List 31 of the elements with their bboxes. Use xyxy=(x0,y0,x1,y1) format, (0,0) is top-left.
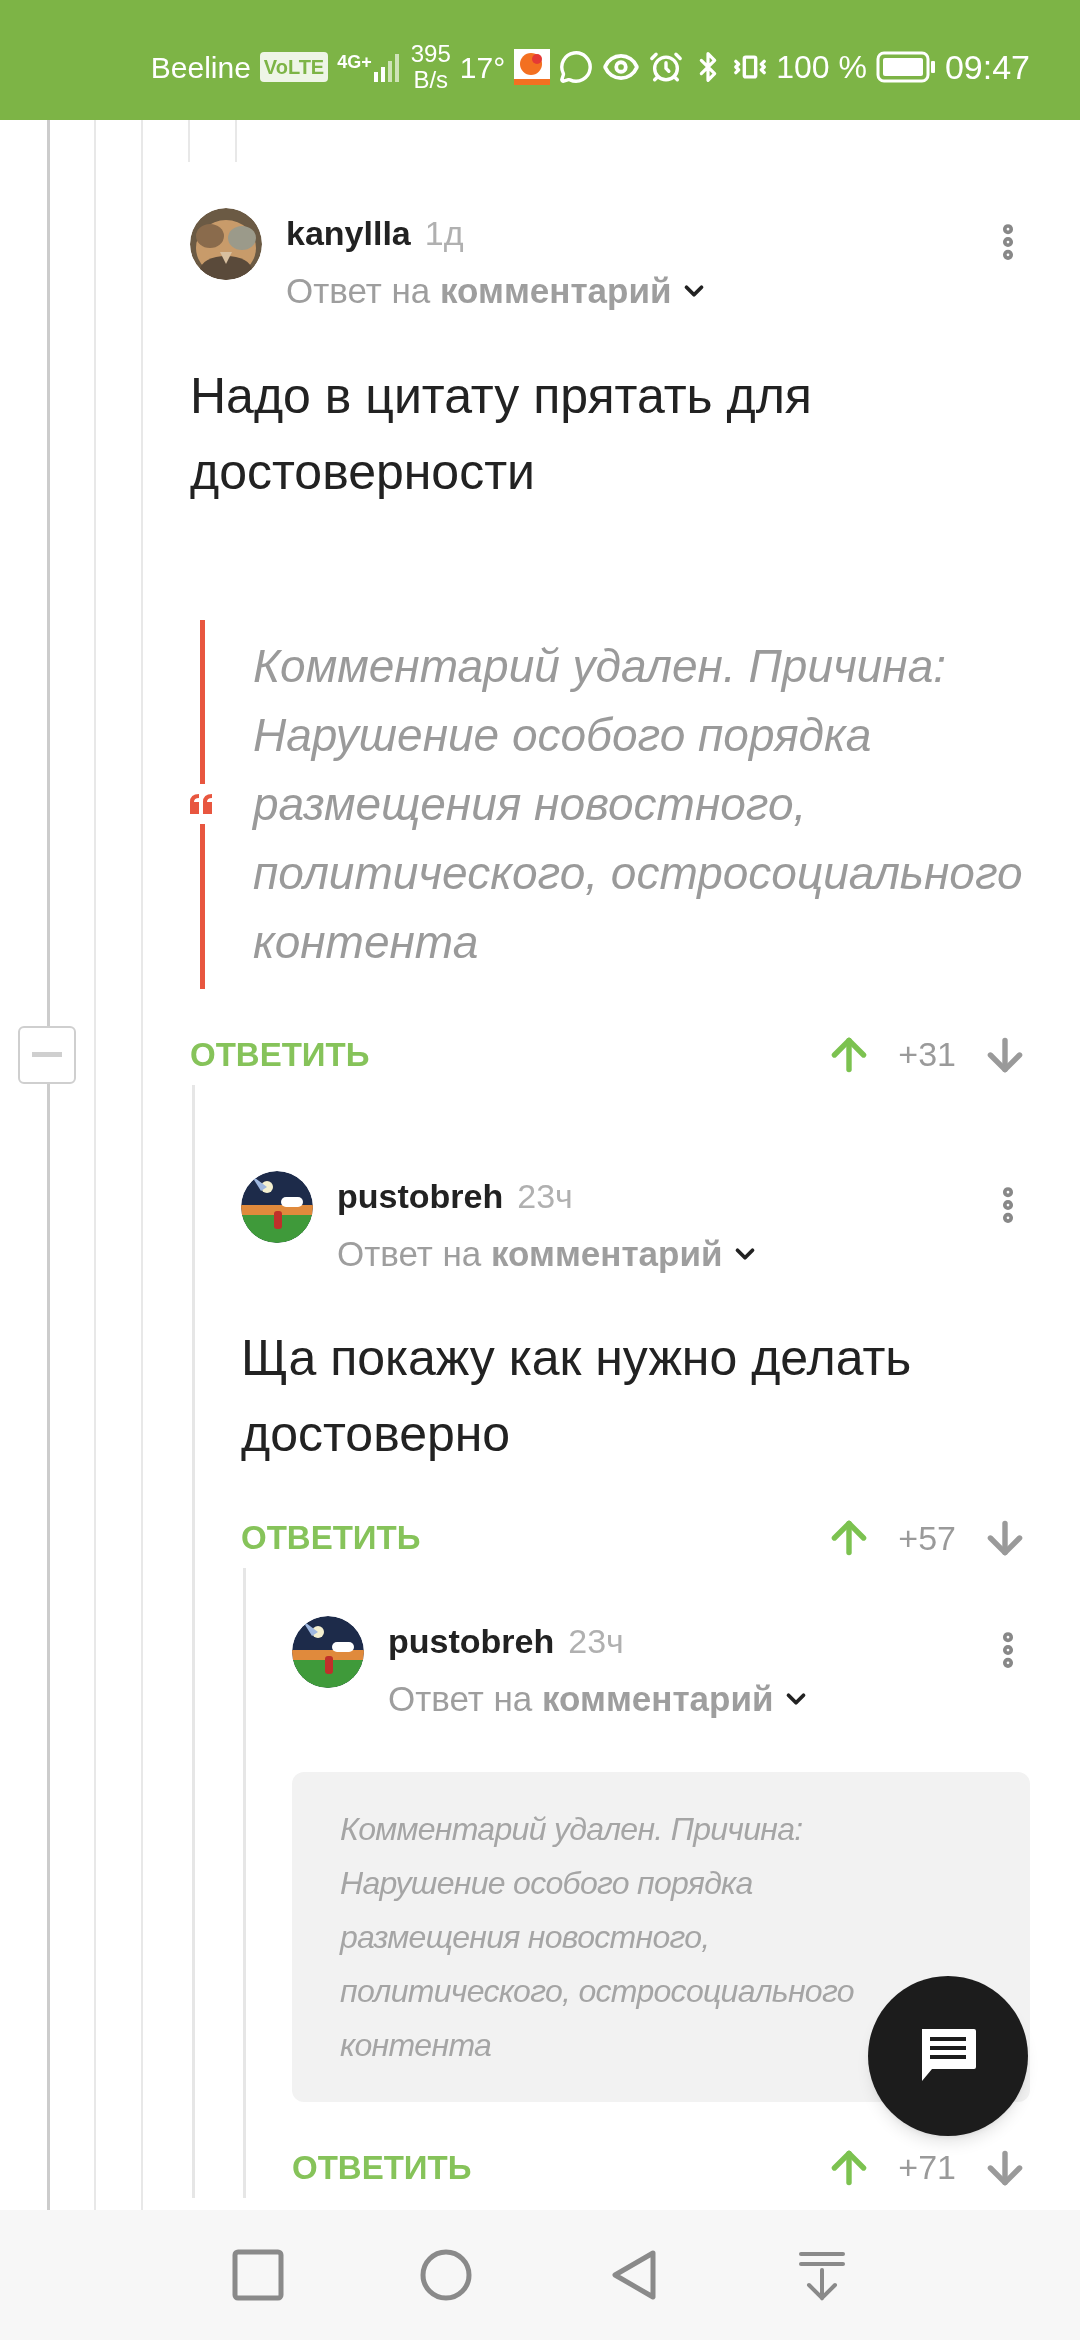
speed-unit: B/s xyxy=(413,67,449,93)
comment-text: Ща покажу как нужно делать достоверно xyxy=(241,1329,913,1464)
reply-to-text: Ответ на комментарий xyxy=(388,1678,774,1720)
quote-icon xyxy=(190,794,214,814)
network-speed: 395 xyxy=(410,41,451,67)
minus-icon xyxy=(32,1052,62,1057)
score: +71 xyxy=(898,2147,956,2188)
battery-icon xyxy=(875,51,936,83)
reply-to-text: Ответ на комментарий xyxy=(337,1232,723,1275)
chat-bubble-icon xyxy=(559,50,594,84)
battery-percent: 100 % xyxy=(776,48,867,87)
comment-text: Надо в цитату прятать для достоверности xyxy=(190,366,813,502)
author-name[interactable]: pustobreh xyxy=(337,1170,504,1222)
author-name[interactable]: kanyllla xyxy=(286,208,411,259)
author-name[interactable]: pustobreh xyxy=(388,1616,555,1667)
clock: 09:47 xyxy=(944,46,1030,88)
app-icon xyxy=(514,49,551,85)
comment-time: 23ч xyxy=(517,1175,573,1217)
alarm-clock-icon xyxy=(649,50,684,84)
signal-icon xyxy=(371,52,402,82)
score: +57 xyxy=(898,1517,956,1559)
temperature: 17° xyxy=(459,49,506,86)
volte-badge: VoLTE xyxy=(259,52,329,82)
score: +31 xyxy=(898,1034,956,1075)
deleted-comment-text: Комментарий удален. Причина: Нарушение особого порядка размещения новостного, политического, остросоциального контента xyxy=(340,1809,855,2065)
comment-time: 23ч xyxy=(568,1621,624,1662)
comment-time: 1д xyxy=(424,213,464,254)
quote-text: Комментарий удален. Причина: Нарушение особого порядка размещения новостного, политического, остросоциального контента xyxy=(253,638,1024,970)
reply-to-text: Ответ на комментарий xyxy=(286,270,672,312)
carrier-name: Beeline xyxy=(150,49,251,86)
network-type: 4G+ xyxy=(337,52,372,72)
